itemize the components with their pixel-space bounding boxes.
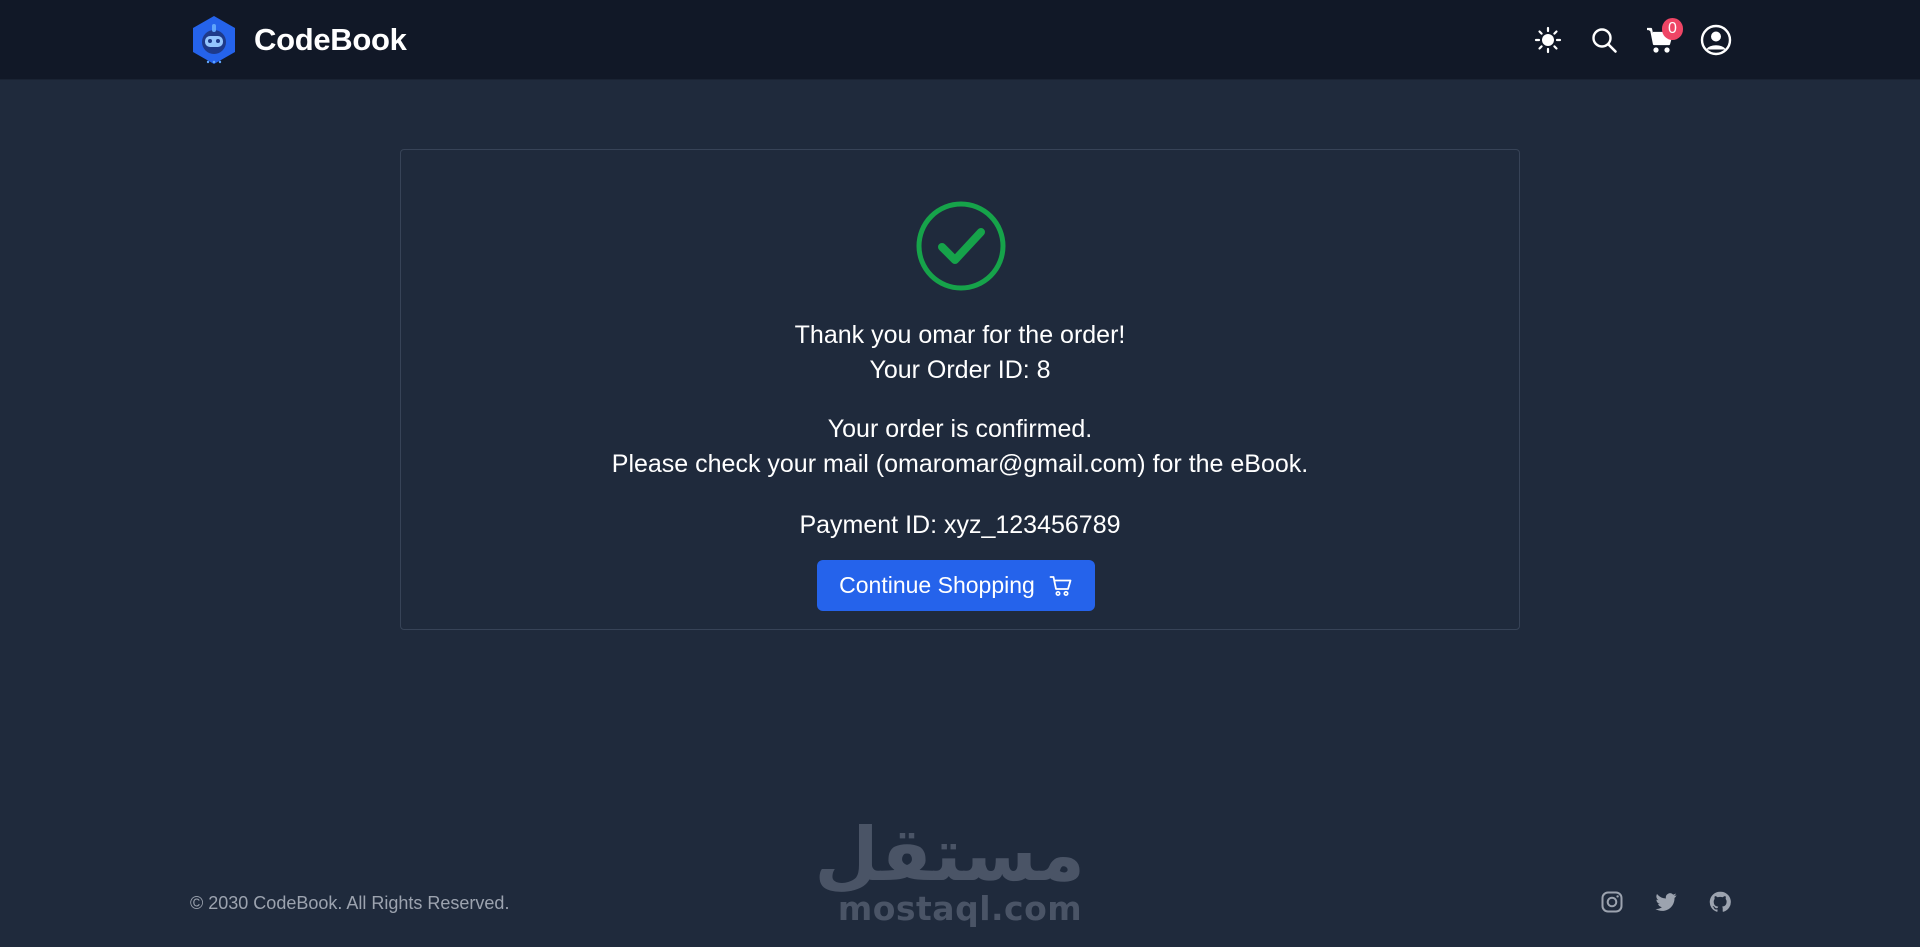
brand-name: CodeBook [254, 22, 407, 57]
cart-outline-icon [1049, 575, 1072, 596]
copyright-text: © 2030 CodeBook. All Rights Reserved. [190, 893, 510, 913]
cart-icon[interactable]: 0 [1644, 18, 1683, 56]
social-links [1600, 890, 1732, 914]
success-check-icon [915, 200, 1007, 292]
check-mail-text: Please check your mail (omaromar@gmail.c… [611, 450, 1309, 478]
continue-shopping-label: Continue Shopping [839, 572, 1035, 598]
order-confirmed-text: Your order is confirmed. [827, 415, 1093, 443]
mostaql-watermark: مستقل mostaql.com [814, 812, 1085, 933]
instagram-icon[interactable] [1600, 890, 1624, 914]
navbar: CodeBook 0 [0, 0, 1920, 80]
order-confirmation-card: Thank you omar for the order! Your Order… [400, 149, 1520, 630]
continue-shopping-button[interactable]: Continue Shopping [817, 560, 1095, 611]
payment-id-text: Payment ID: xyz_123456789 [799, 511, 1121, 539]
cart-count-badge: 0 [1662, 18, 1683, 40]
twitter-icon[interactable] [1654, 890, 1678, 914]
watermark-latin-text: mostaql.com [837, 889, 1083, 928]
thank-you-message: Thank you omar for the order! Your Order… [401, 318, 1519, 388]
watermark-arabic-text: مستقل [814, 812, 1085, 898]
codebook-logo-icon [193, 16, 235, 64]
brand-link[interactable]: CodeBook [188, 14, 407, 66]
thank-you-text: Thank you omar for the order! [794, 321, 1126, 349]
github-icon[interactable] [1708, 890, 1732, 914]
confirmation-message: Your order is confirmed. Please check yo… [401, 412, 1519, 482]
navbar-actions: 0 [1532, 18, 1732, 60]
order-id-text: Your Order ID: 8 [869, 356, 1051, 384]
theme-toggle-sun-icon[interactable] [1532, 24, 1564, 56]
user-account-icon[interactable] [1700, 24, 1732, 56]
search-icon[interactable] [1588, 24, 1620, 56]
